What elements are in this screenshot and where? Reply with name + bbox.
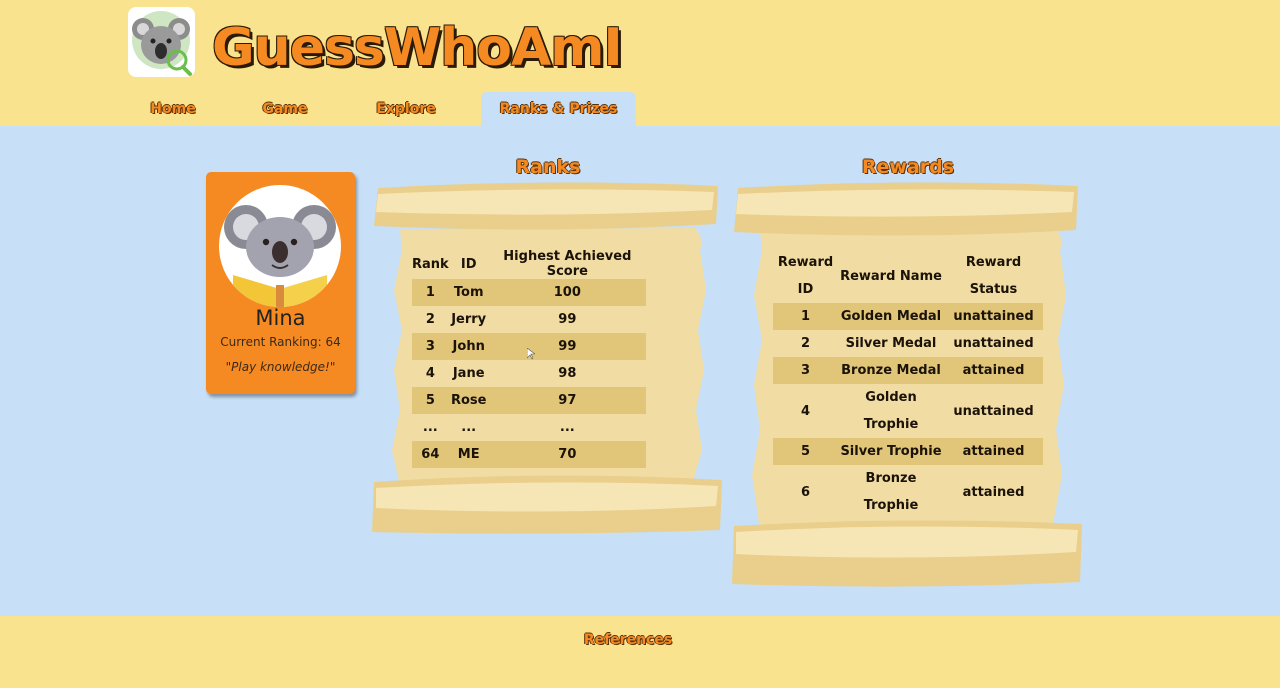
reward-status-cell: unattained: [953, 403, 1034, 419]
reward-name-cell: Silver Medal: [845, 336, 937, 351]
id-cell: Tom: [448, 279, 489, 306]
nav-explore[interactable]: Explore: [366, 92, 446, 126]
nav-ranks-prizes[interactable]: Ranks & Prizes: [481, 92, 636, 126]
table-row: 2 Jerry 99: [412, 306, 646, 333]
ranks-title: Ranks: [515, 156, 581, 178]
rewards-header-id-line2: ID: [797, 282, 814, 297]
reward-name-cell: Silver Trophie: [838, 438, 944, 465]
reward-name-cell: Golden Medal: [838, 303, 944, 330]
rank-cell: 4: [425, 366, 435, 381]
reward-name-cell: Bronze Medal: [838, 357, 944, 384]
table-row: ... ... ...: [412, 414, 646, 441]
reward-name-cell: Bronze Trophie: [838, 465, 944, 519]
profile-name: Mina: [255, 306, 306, 330]
site-header: GuessWhoAmI Home Game Explore Ranks & Pr…: [0, 0, 1280, 126]
id-cell: Rose: [448, 387, 489, 414]
profile-card: Mina Current Ranking: 64 "Play knowledge…: [206, 172, 355, 394]
rank-cell: ...: [422, 420, 438, 435]
score-cell: 98: [558, 366, 577, 381]
koala-reading-icon: [224, 205, 336, 307]
reward-id-cell: 6: [800, 484, 811, 500]
rank-cell: 64: [412, 441, 449, 468]
ranks-header-score: Highest Achieved Score: [503, 249, 632, 279]
avatar: [219, 185, 341, 307]
table-row: 1 Tom 100: [412, 279, 646, 306]
reward-status-cell: attained: [962, 484, 1025, 500]
reward-id-cell: 3: [773, 357, 838, 384]
table-row: 3 Bronze Medal attained: [773, 357, 1043, 384]
rank-cell: 2: [425, 312, 435, 327]
profile-quote: "Play knowledge!": [225, 360, 336, 374]
table-row: 64 ME 70: [412, 441, 646, 468]
id-cell: Jane: [452, 366, 485, 381]
site-title: GuessWhoAmI: [212, 18, 623, 78]
reward-id-cell: 2: [800, 336, 811, 351]
id-cell: John: [448, 333, 489, 360]
nav-game[interactable]: Game: [252, 92, 318, 126]
rank-cell: 3: [412, 333, 449, 360]
id-cell: Jerry: [451, 312, 487, 327]
ranks-header-id: ID: [460, 256, 477, 272]
rewards-header-status-line1: Reward: [965, 255, 1022, 270]
reward-status-cell: attained: [944, 438, 1043, 465]
reward-name-line2: Trophie: [863, 417, 919, 432]
reward-id-cell: 4: [800, 403, 811, 419]
rewards-header-id: Reward ID: [773, 249, 838, 303]
site-logo[interactable]: [128, 7, 195, 77]
rewards-title: Rewards: [861, 156, 955, 178]
references-link[interactable]: References: [0, 632, 1256, 648]
profile-ranking: Current Ranking: 64: [220, 335, 341, 349]
rewards-table: Reward ID Reward Name Reward Status 1 Go…: [773, 249, 1043, 519]
site-footer: References: [0, 616, 1280, 688]
table-row: 4 Golden Trophie unattained: [773, 384, 1043, 438]
score-cell: 100: [488, 279, 646, 306]
table-row: 6 Bronze Trophie attained: [773, 465, 1043, 519]
reward-name-cell: Golden Trophie: [838, 384, 944, 438]
rank-cell: 5: [412, 387, 449, 414]
id-cell: ...: [461, 420, 477, 435]
table-row: 5 Silver Trophie attained: [773, 438, 1043, 465]
score-cell: 99: [488, 333, 646, 360]
koala-magnifier-icon: [132, 11, 192, 76]
score-cell: 99: [558, 312, 577, 327]
reward-name-line1: Golden: [865, 390, 917, 405]
reward-status-cell: attained: [944, 357, 1043, 384]
reward-name-line1: Bronze: [865, 471, 917, 486]
rank-cell: 1: [412, 279, 449, 306]
table-row: 5 Rose 97: [412, 387, 646, 414]
reward-name-line2: Trophie: [863, 498, 919, 513]
ranks-header-rank: Rank: [412, 256, 449, 272]
reward-id-cell: 5: [773, 438, 838, 465]
rewards-header-status-line2: Status: [969, 282, 1018, 297]
table-row: 1 Golden Medal unattained: [773, 303, 1043, 330]
rewards-header-name: Reward Name: [840, 268, 942, 284]
score-cell: ...: [559, 420, 575, 435]
reward-status-cell: unattained: [944, 303, 1043, 330]
rewards-header-id-line1: Reward: [777, 255, 834, 270]
table-row: 2 Silver Medal unattained: [773, 330, 1043, 357]
rewards-header-status: Reward Status: [944, 249, 1043, 303]
score-cell: 97: [488, 387, 646, 414]
nav-home[interactable]: Home: [140, 92, 206, 126]
table-row: 4 Jane 98: [412, 360, 646, 387]
mouse-cursor-icon: [527, 348, 535, 360]
reward-id-cell: 1: [773, 303, 838, 330]
reward-status-cell: unattained: [953, 336, 1034, 351]
id-cell: ME: [448, 441, 489, 468]
score-cell: 70: [488, 441, 646, 468]
